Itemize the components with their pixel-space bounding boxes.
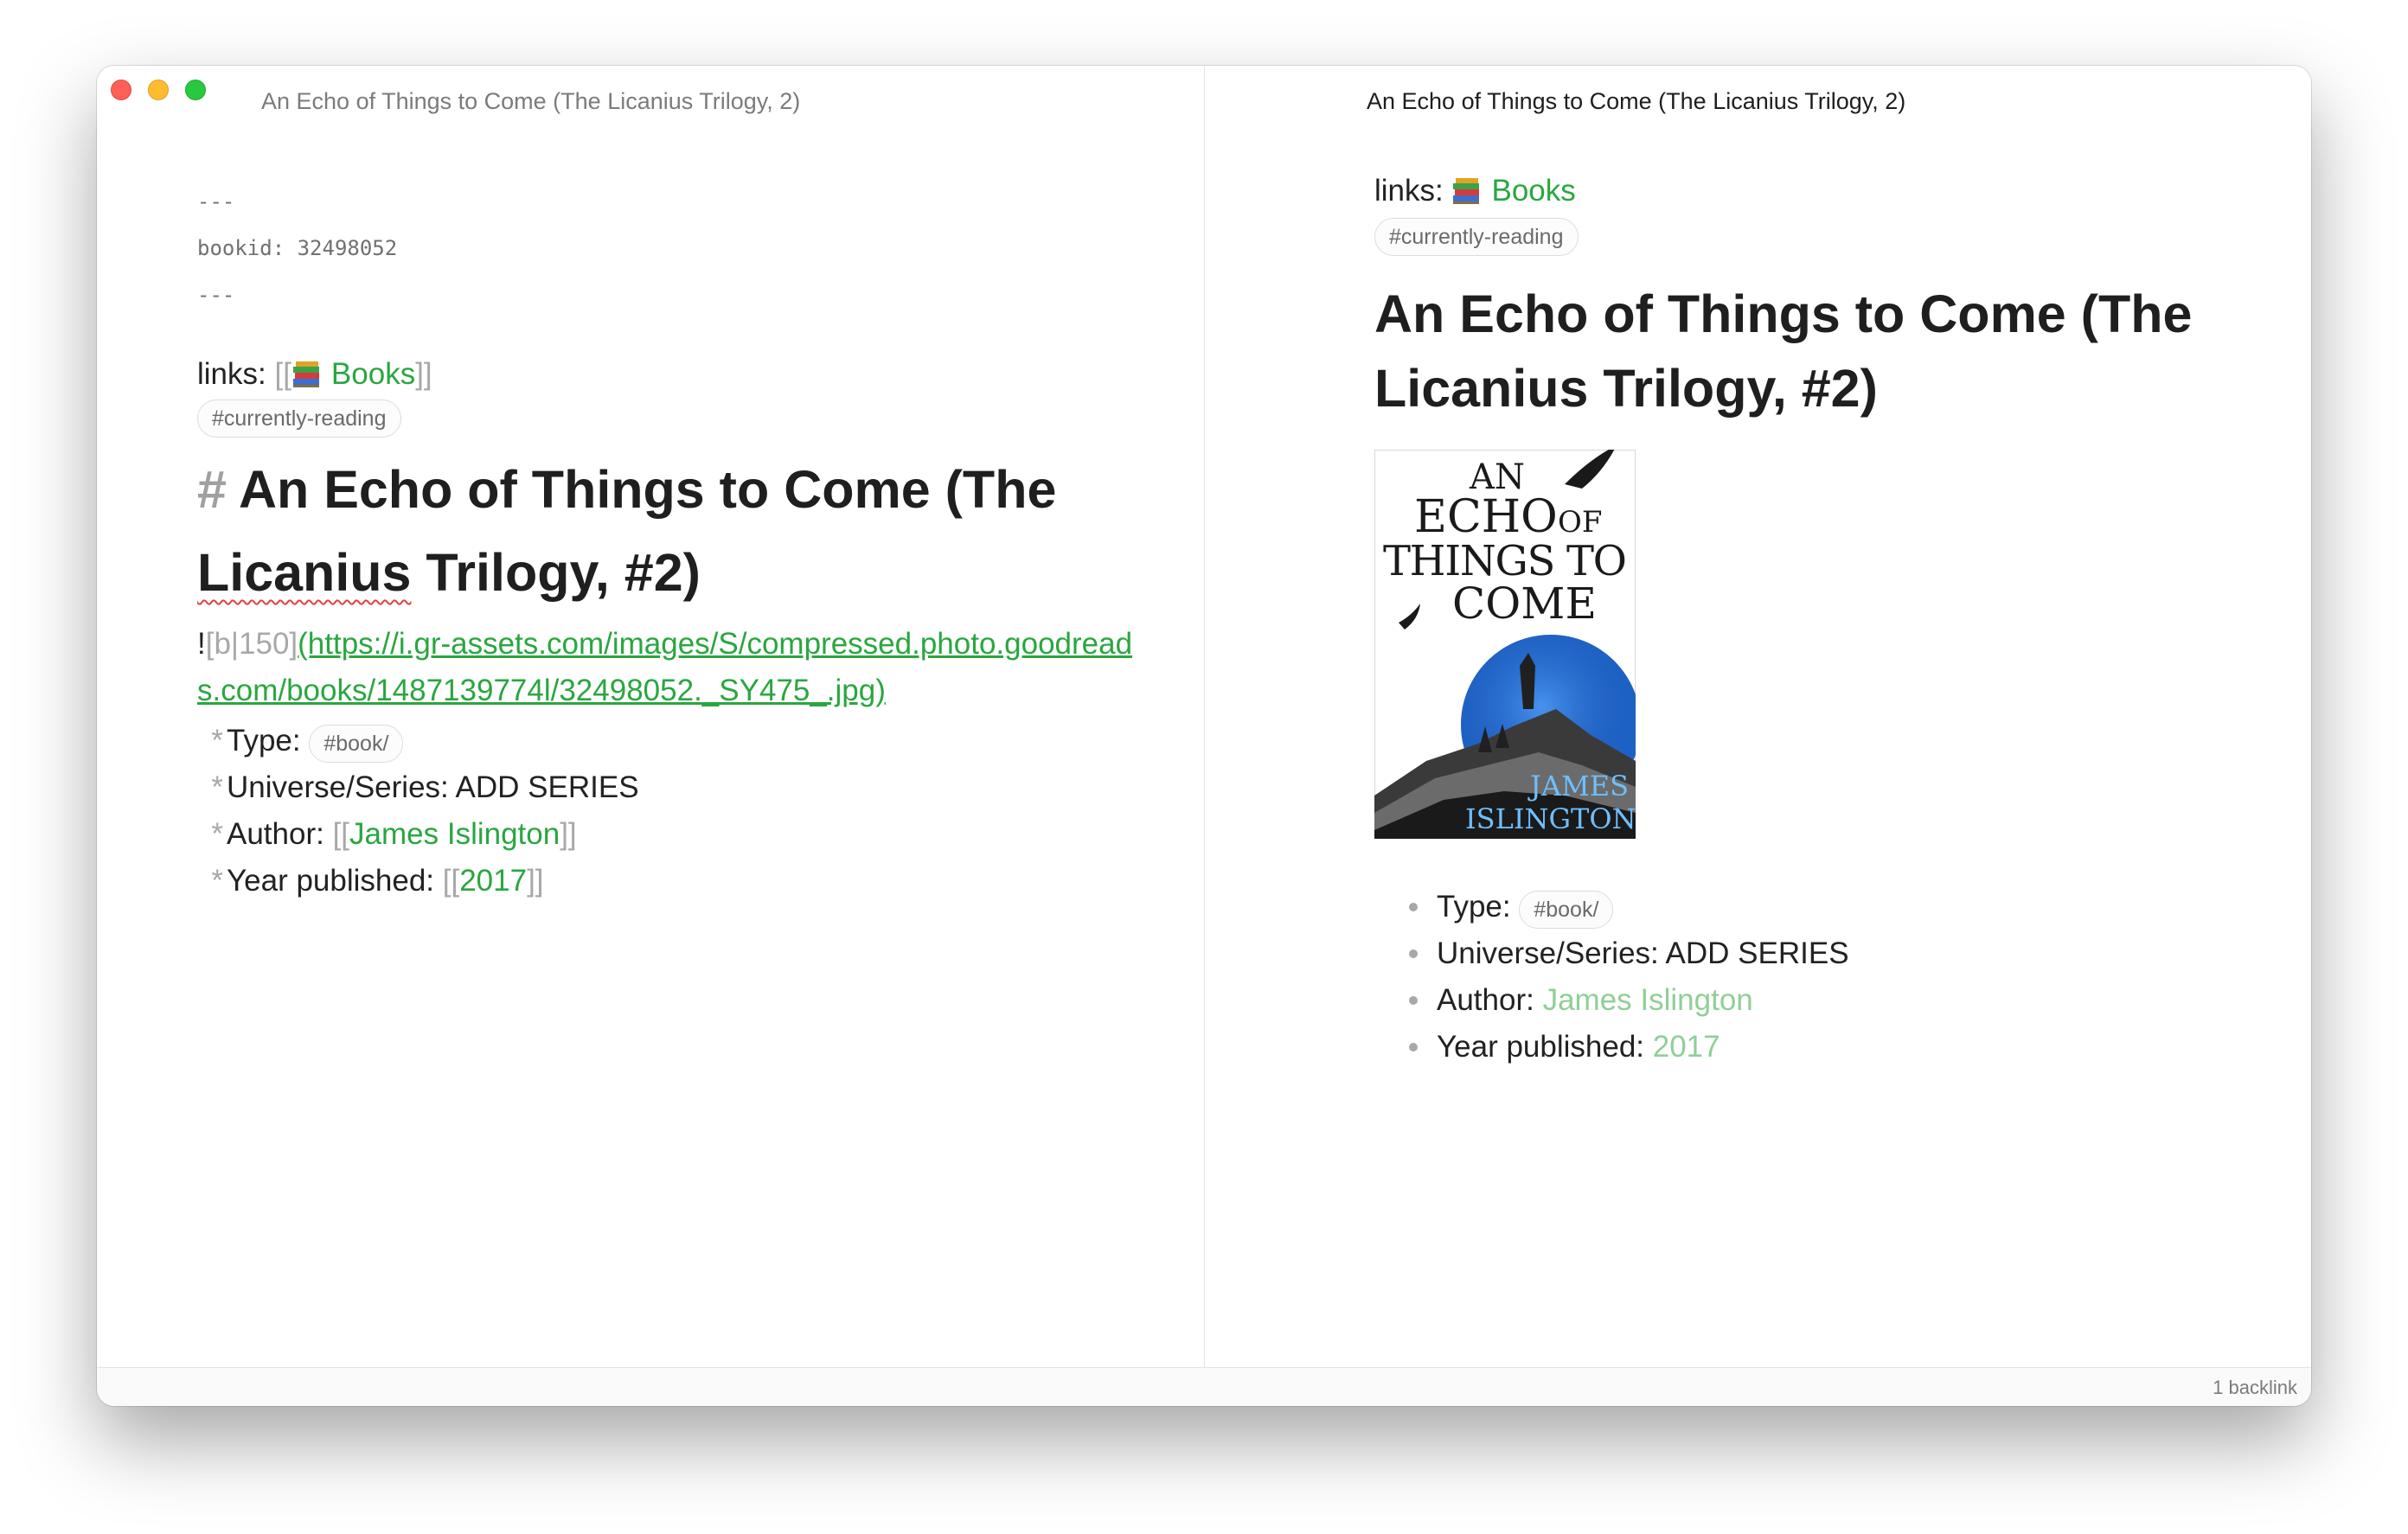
preview-pane-title: An Echo of Things to Come (The Licanius … [1367,88,1906,114]
series-text: Universe/Series: ADD SERIES [1437,936,1849,970]
wikilink-open: [[ [274,357,291,391]
year-link[interactable]: 2017 [459,864,527,898]
wikilink-open: [[ [332,817,350,851]
book-cover-image[interactable]: AN ECHO OF THINGS TO COME JAMES ISLINGTO… [1374,450,2311,839]
editor-pane-title: An Echo of Things to Come (The Licanius … [261,88,801,114]
list-item: * Universe/Series: ADD SERIES [197,764,1166,811]
year-label: Year published: [227,864,443,898]
frontmatter-delimiter-top: --- [197,189,235,214]
links-prefix: links: [197,357,275,391]
links-line: links: [[ Books]] [197,351,1166,398]
wikilink-close: ]] [415,357,432,391]
preview-tag-line: #currently-reading [1374,218,2311,256]
list-bullet: * [211,864,223,898]
type-label: Type: [227,724,310,757]
cover-title-come: COME [1452,578,1597,629]
image-markdown: ![b|150](https://i.gr-assets.com/images/… [197,621,1149,714]
cover-title-echo: ECHO [1414,491,1558,543]
author-link[interactable]: James Islington [349,817,560,851]
books-link[interactable]: Books [331,357,415,391]
list-item: Universe/Series: ADD SERIES [1409,930,2311,977]
list-item: Year published: 2017 [1409,1024,2311,1071]
series-text: Universe/Series: ADD SERIES [227,770,639,804]
list-bullet: * [211,770,223,804]
book-tag[interactable]: #book/ [1519,891,1614,929]
preview-pane[interactable]: An Echo of Things to Come (The Licanius … [1205,66,2311,1368]
heading-hash: # [197,460,227,519]
editor-content[interactable]: --- bookid: 32498052 --- links: [[ Books]… [197,178,1166,904]
year-link[interactable]: 2017 [1653,1030,1720,1064]
list-bullet: * [211,817,223,851]
year-label: Year published: [1437,1030,1653,1064]
preview-list: Type: #book/ Universe/Series: ADD SERIES… [1374,884,2311,1071]
image-alt: [b|150] [205,627,298,661]
frontmatter-delimiter-bottom: --- [197,283,235,307]
status-bar: 1 backlink [97,1367,2311,1406]
tag-line: #currently-reading [197,399,1166,438]
list-item: * Author: [[James Islington]] [197,811,1166,858]
list-item: Type: #book/ [1409,884,2311,930]
preview-links-line: links: Books [1374,168,2311,214]
list-item: * Type: #book/ [197,718,1166,764]
frontmatter-bookid: bookid: 32498052 [197,236,398,260]
heading-misspelled-word: Licanius [197,543,412,602]
books-icon [1451,174,1491,208]
heading-text-2: Trilogy, #2) [411,543,701,602]
author-label: Author: [227,817,333,851]
image-url-link[interactable]: (https://i.gr-assets.com/images/S/compre… [197,627,1132,707]
preview-currently-reading-tag[interactable]: #currently-reading [1374,218,1579,256]
wikilink-close: ]] [527,864,544,898]
book-tag[interactable]: #book/ [309,725,404,763]
cover-title-of: OF [1558,505,1602,540]
author-label: Author: [1437,983,1543,1017]
list-bullet: * [211,724,223,757]
list-item: * Year published: [[2017]] [197,858,1166,904]
books-icon [291,357,331,391]
preview-heading: An Echo of Things to Come (The Licanius … [1374,284,2193,418]
wikilink-close: ]] [560,817,577,851]
preview-content: links: Books #currently-reading An Echo … [1374,168,2311,1071]
heading-text-1: An Echo of Things to Come (The [238,460,1057,519]
editor-heading: # An Echo of Things to Come (The Licanius … [197,448,1166,614]
editor-pane[interactable]: An Echo of Things to Come (The Licanius … [97,66,1204,1368]
preview-links-prefix: links: [1374,174,1452,208]
currently-reading-tag[interactable]: #currently-reading [197,399,401,438]
app-window: An Echo of Things to Come (The Licanius … [97,66,2311,1406]
cover-author-first: JAMES [1527,770,1629,802]
backlinks-count[interactable]: 1 backlink [2213,1377,2297,1399]
image-bang: ! [197,627,206,661]
source-list: * Type: #book/ * Universe/Series: ADD SERI… [197,718,1166,904]
preview-books-link[interactable]: Books [1491,174,1575,208]
author-link[interactable]: James Islington [1543,983,1753,1017]
cover-author-last: ISLINGTON [1465,802,1636,835]
wikilink-open: [[ [442,864,460,898]
list-item: Author: James Islington [1409,977,2311,1024]
type-label: Type: [1437,890,1520,924]
